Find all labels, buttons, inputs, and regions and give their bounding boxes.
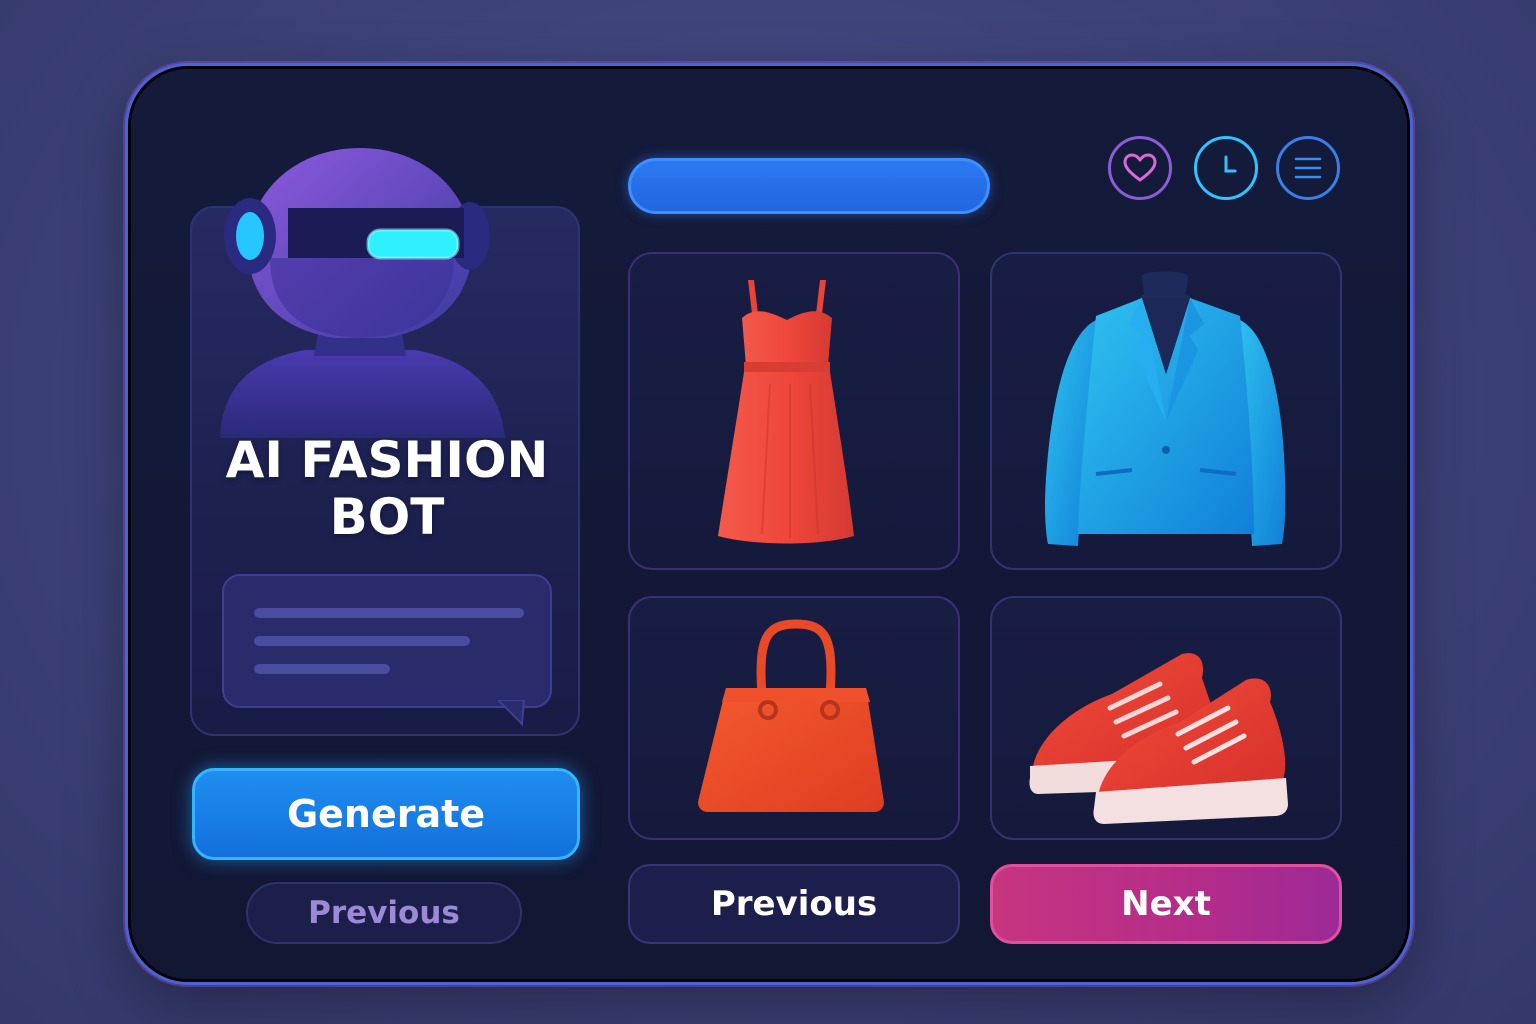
bubble-tail	[498, 700, 526, 726]
previous-button[interactable]: Previous	[628, 864, 960, 944]
product-card-dress[interactable]	[628, 252, 960, 570]
generate-button[interactable]: Generate	[192, 768, 580, 860]
robot-avatar	[220, 148, 505, 438]
prompt-bar[interactable]	[628, 158, 990, 214]
handbag-image	[698, 619, 884, 812]
sneakers-image	[1029, 653, 1288, 824]
dress-image	[718, 280, 854, 544]
menu-button[interactable]	[1276, 136, 1340, 200]
blazer-image	[1045, 271, 1286, 546]
bubble-text-line	[254, 636, 470, 646]
favorites-button[interactable]	[1108, 136, 1172, 200]
bubble-text-line	[254, 608, 524, 618]
product-card-handbag[interactable]	[628, 596, 960, 840]
bot-title-line2: BOT	[329, 488, 445, 546]
heart-icon	[1123, 153, 1157, 182]
history-button[interactable]	[1194, 136, 1258, 200]
next-button[interactable]: Next	[990, 864, 1342, 944]
menu-icon	[1294, 157, 1322, 179]
bot-title-line1: AI FASHION	[225, 431, 549, 489]
bot-title: AI FASHION BOT	[190, 432, 584, 546]
clock-icon	[1224, 155, 1237, 173]
previous-button-secondary[interactable]: Previous	[246, 882, 522, 944]
product-card-blazer[interactable]	[990, 252, 1342, 570]
chat-bubble	[222, 574, 552, 708]
bubble-text-line	[254, 664, 390, 674]
product-card-sneakers[interactable]	[990, 596, 1342, 840]
